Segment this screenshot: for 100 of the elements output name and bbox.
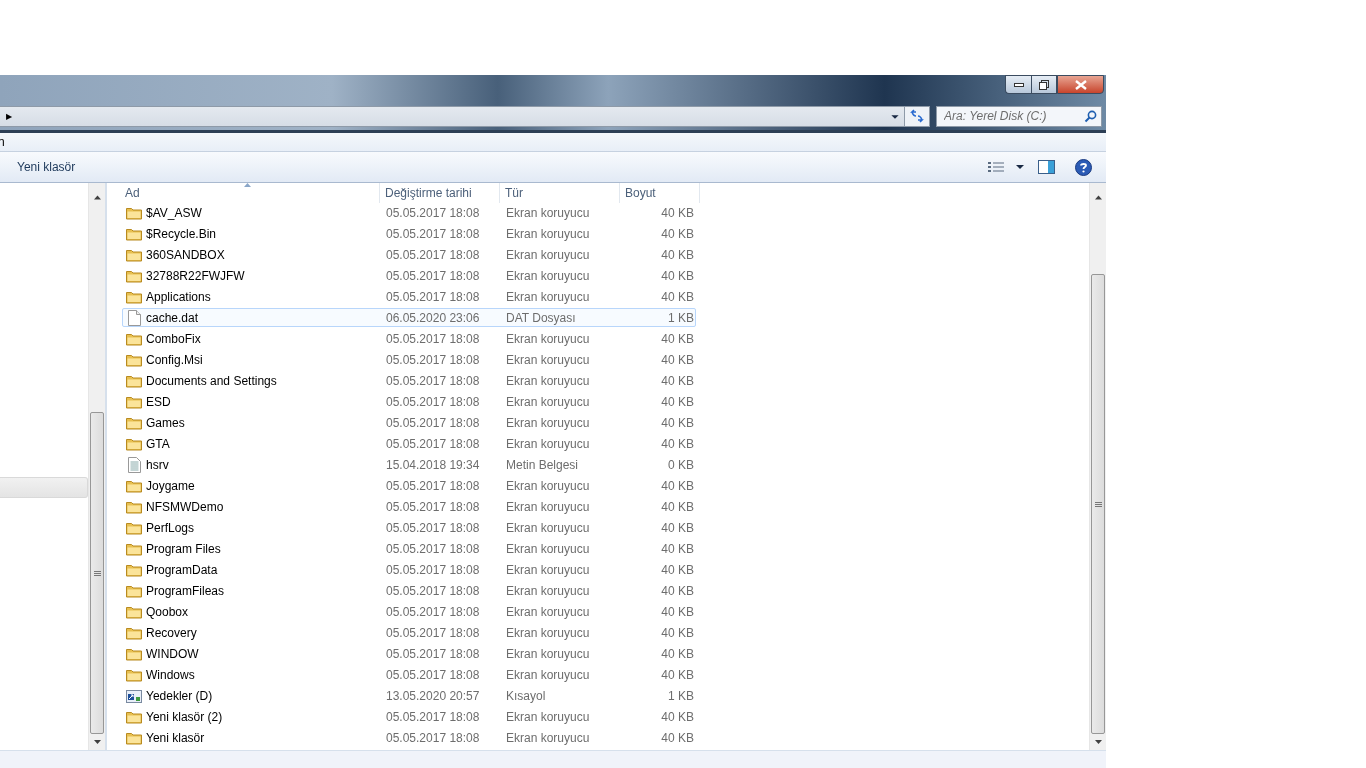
- file-row[interactable]: hsrv 15.04.2018 19:34 Metin Belgesi 0 KB: [122, 455, 696, 474]
- minimize-button[interactable]: [1005, 75, 1031, 94]
- file-name: PerfLogs: [146, 520, 195, 535]
- file-row[interactable]: Qoobox 05.05.2017 18:08 Ekran koruyucu 40 KB: [122, 602, 696, 621]
- file-size: 0 KB: [667, 457, 695, 472]
- file-name: NFSMWDemo: [146, 499, 224, 514]
- file-row[interactable]: ComboFix 05.05.2017 18:08 Ekran koruyucu 40 KB: [122, 329, 696, 348]
- modified-date: 13.05.2020 20:57: [385, 688, 481, 703]
- file-row[interactable]: Applications 05.05.2017 18:08 Ekran koruyucu 40 KB: [122, 287, 696, 306]
- file-row[interactable]: Recovery 05.05.2017 18:08 Ekran koruyucu 40 KB: [122, 623, 696, 642]
- file-row[interactable]: 32788R22FWJFW 05.05.2017 18:08 Ekran koruyucu 40 KB: [122, 266, 696, 285]
- folder-icon: [126, 331, 142, 346]
- file-name: Applications: [146, 289, 211, 304]
- file-row[interactable]: Config.Msi 05.05.2017 18:08 Ekran koruyucu 40 KB: [122, 350, 696, 369]
- file-type: Ekran koruyucu: [505, 247, 591, 262]
- file-type: Ekran koruyucu: [505, 646, 591, 661]
- file-size: 40 KB: [660, 562, 695, 577]
- preview-pane-icon[interactable]: [1038, 160, 1055, 174]
- file-row[interactable]: cache.dat 06.05.2020 23:06 DAT Dosyası 1 KB: [122, 308, 696, 327]
- file-size: 40 KB: [660, 730, 695, 745]
- file-type: Ekran koruyucu: [505, 583, 591, 598]
- file-row[interactable]: PerfLogs 05.05.2017 18:08 Ekran koruyucu 40 KB: [122, 518, 696, 537]
- file-type: Metin Belgesi: [505, 457, 580, 472]
- file-size: 40 KB: [660, 541, 695, 556]
- close-button[interactable]: [1057, 75, 1104, 94]
- minimize-icon: [1013, 82, 1024, 87]
- file-name: Yeni klasör: [146, 730, 205, 745]
- column-header[interactable]: Değiştirme tarihi: [380, 183, 500, 203]
- modified-date: 05.05.2017 18:08: [385, 289, 481, 304]
- address-bar[interactable]: ▶: [0, 105, 930, 127]
- file-size: 40 KB: [660, 436, 695, 451]
- help-icon[interactable]: [1075, 158, 1092, 176]
- file-size: 40 KB: [660, 478, 695, 493]
- file-size: 40 KB: [660, 646, 695, 661]
- modified-date: 05.05.2017 18:08: [385, 394, 481, 409]
- file-row[interactable]: ProgramData 05.05.2017 18:08 Ekran koruyucu 40 KB: [122, 560, 696, 579]
- folder-icon: [126, 205, 142, 220]
- breadcrumb-chevron[interactable]: ▶: [6, 111, 12, 121]
- scroll-down-arrow-icon[interactable]: [1094, 740, 1102, 744]
- file-type: Ekran koruyucu: [505, 289, 591, 304]
- file-name: Documents and Settings: [146, 373, 277, 388]
- folder-icon: [126, 709, 142, 724]
- modified-date: 05.05.2017 18:08: [385, 730, 481, 745]
- refresh-button[interactable]: [904, 106, 929, 126]
- scrollbar-thumb[interactable]: [1091, 274, 1105, 734]
- folder-icon: [126, 499, 142, 514]
- file-name: cache.dat: [146, 310, 199, 325]
- scrollbar-thumb[interactable]: [90, 412, 104, 734]
- restore-icon: [1039, 79, 1049, 90]
- modified-date: 05.05.2017 18:08: [385, 205, 481, 220]
- file-row[interactable]: WINDOW 05.05.2017 18:08 Ekran koruyucu 40 KB: [122, 644, 696, 663]
- file-row[interactable]: NFSMWDemo 05.05.2017 18:08 Ekran koruyucu 40 KB: [122, 497, 696, 516]
- modified-date: 05.05.2017 18:08: [385, 499, 481, 514]
- modified-date: 05.05.2017 18:08: [385, 331, 481, 346]
- search-field[interactable]: Ara: Yerel Disk (C:): [936, 105, 1102, 127]
- file-name: ProgramFileas: [146, 583, 225, 598]
- file-row[interactable]: ESD 05.05.2017 18:08 Ekran koruyucu 40 KB: [122, 392, 696, 411]
- file-name: Recovery: [146, 625, 197, 640]
- file-row[interactable]: $AV_ASW 05.05.2017 18:08 Ekran koruyucu 40 KB: [122, 203, 696, 222]
- file-row[interactable]: Windows 05.05.2017 18:08 Ekran koruyucu 40 KB: [122, 665, 696, 684]
- file-row[interactable]: Documents and Settings 05.05.2017 18:08 Ekran koruyucu 40 KB: [122, 371, 696, 390]
- file-row[interactable]: Yeni klasör (2) 05.05.2017 18:08 Ekran koruyucu 40 KB: [122, 707, 696, 726]
- maximize-button[interactable]: [1031, 75, 1057, 94]
- modified-date: 05.05.2017 18:08: [385, 373, 481, 388]
- column-header[interactable]: Boyut: [620, 183, 700, 203]
- refresh-icon: [909, 109, 925, 123]
- file-row[interactable]: ProgramFileas 05.05.2017 18:08 Ekran koruyucu 40 KB: [122, 581, 696, 600]
- file-type: Ekran koruyucu: [505, 394, 591, 409]
- file-row[interactable]: 360SANDBOX 05.05.2017 18:08 Ekran koruyucu 40 KB: [122, 245, 696, 264]
- file-size: 40 KB: [660, 415, 695, 430]
- column-header[interactable]: Ad: [120, 183, 380, 203]
- file-name: 360SANDBOX: [146, 247, 225, 262]
- file-type: Ekran koruyucu: [505, 373, 591, 388]
- new-folder-button[interactable]: Yeni klasör: [11, 157, 82, 177]
- file-row[interactable]: GTA 05.05.2017 18:08 Ekran koruyucu 40 KB: [122, 434, 696, 453]
- folder-icon: [126, 247, 142, 262]
- file-row[interactable]: Program Files 05.05.2017 18:08 Ekran koruyucu 40 KB: [122, 539, 696, 558]
- file-size: 40 KB: [660, 247, 695, 262]
- scroll-down-arrow-icon[interactable]: [93, 740, 101, 744]
- file-type: DAT Dosyası: [505, 310, 577, 325]
- file-type: Ekran koruyucu: [505, 709, 591, 724]
- dropdown-arrow-icon[interactable]: [1016, 165, 1024, 169]
- folder-icon: [126, 646, 142, 661]
- scrollbar[interactable]: [88, 183, 105, 750]
- file-row[interactable]: Joygame 05.05.2017 18:08 Ekran koruyucu 40 KB: [122, 476, 696, 495]
- file-row[interactable]: $Recycle.Bin 05.05.2017 18:08 Ekran koruyucu 40 KB: [122, 224, 696, 243]
- file-row[interactable]: Yeni klasör 05.05.2017 18:08 Ekran koruyucu 40 KB: [122, 728, 696, 747]
- modified-date: 05.05.2017 18:08: [385, 583, 481, 598]
- file-row[interactable]: Yedekler (D) 13.05.2020 20:57 Kısayol 1 KB: [122, 686, 696, 705]
- column-header[interactable]: Tür: [500, 183, 620, 203]
- modified-date: 05.05.2017 18:08: [385, 541, 481, 556]
- file-name: GTA: [146, 436, 170, 451]
- scrollbar[interactable]: [1089, 183, 1106, 750]
- folder-icon: [126, 667, 142, 682]
- view-options-icon[interactable]: [988, 161, 1004, 173]
- file-type: Ekran koruyucu: [505, 436, 591, 451]
- modified-date: 05.05.2017 18:08: [385, 247, 481, 262]
- file-row[interactable]: Games 05.05.2017 18:08 Ekran koruyucu 40 KB: [122, 413, 696, 432]
- file-size: 1 KB: [667, 310, 695, 325]
- file-size: 40 KB: [660, 226, 695, 241]
